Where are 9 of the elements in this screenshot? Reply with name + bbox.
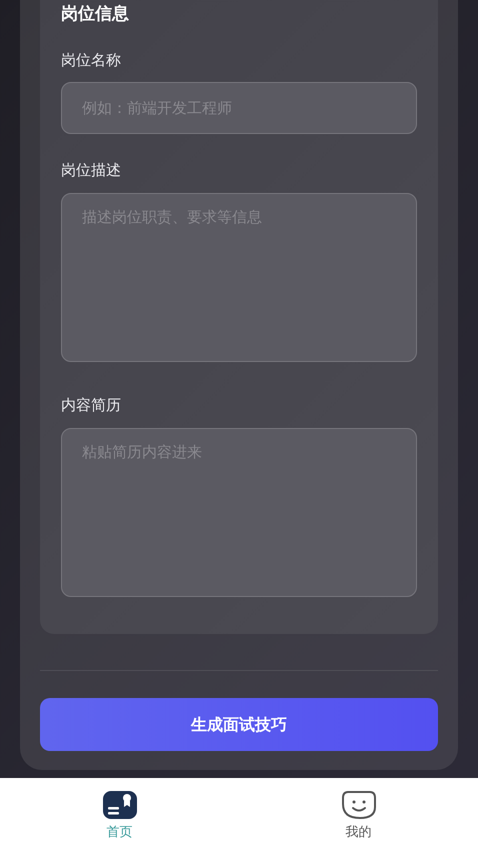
field-label: 岗位描述 [61,160,122,180]
section-title: 岗位信息 [61,3,130,25]
card-icon [102,790,136,820]
generate-button[interactable]: 生成面试技巧 [40,698,438,751]
field-label: 内容简历 [61,395,122,415]
tab[interactable]: 首页 [0,778,239,850]
field-label: 岗位名称 [61,50,122,70]
tab[interactable]: 我的 [239,778,478,850]
smiley-icon [342,790,376,820]
